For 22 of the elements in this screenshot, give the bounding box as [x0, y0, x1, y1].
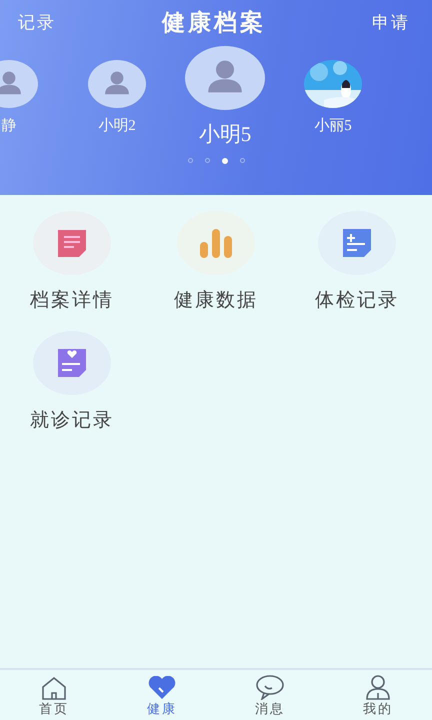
nav-tab[interactable]: 我的 [324, 670, 432, 720]
feature-label[interactable]: 档案详情 [30, 287, 114, 313]
bar-chart-icon [199, 228, 233, 258]
nav-tab[interactable]: 消息 [216, 670, 324, 720]
profile-name: 小明2 [98, 116, 136, 135]
heart-icon [147, 676, 177, 700]
feature-label[interactable]: 体检记录 [315, 287, 399, 313]
home-icon [41, 676, 67, 700]
feature-label[interactable]: 就诊记录 [30, 407, 114, 433]
user-icon [365, 674, 391, 700]
document-icon [56, 227, 88, 259]
nav-tab[interactable]: 健康 [108, 670, 216, 720]
feature-label[interactable]: 健康数据 [174, 287, 258, 313]
apply-link[interactable]: 申请 [372, 10, 410, 34]
profile-name: 小丽5 [314, 116, 352, 135]
profile-name: 小明5 [198, 121, 252, 148]
chat-icon [255, 674, 285, 700]
profile-name: 静 [2, 117, 16, 135]
page-title: 健康档案 [162, 8, 266, 36]
plus-document-icon [341, 227, 373, 259]
heart-document-icon [56, 347, 88, 379]
nav-tab[interactable]: 首页 [0, 670, 108, 720]
